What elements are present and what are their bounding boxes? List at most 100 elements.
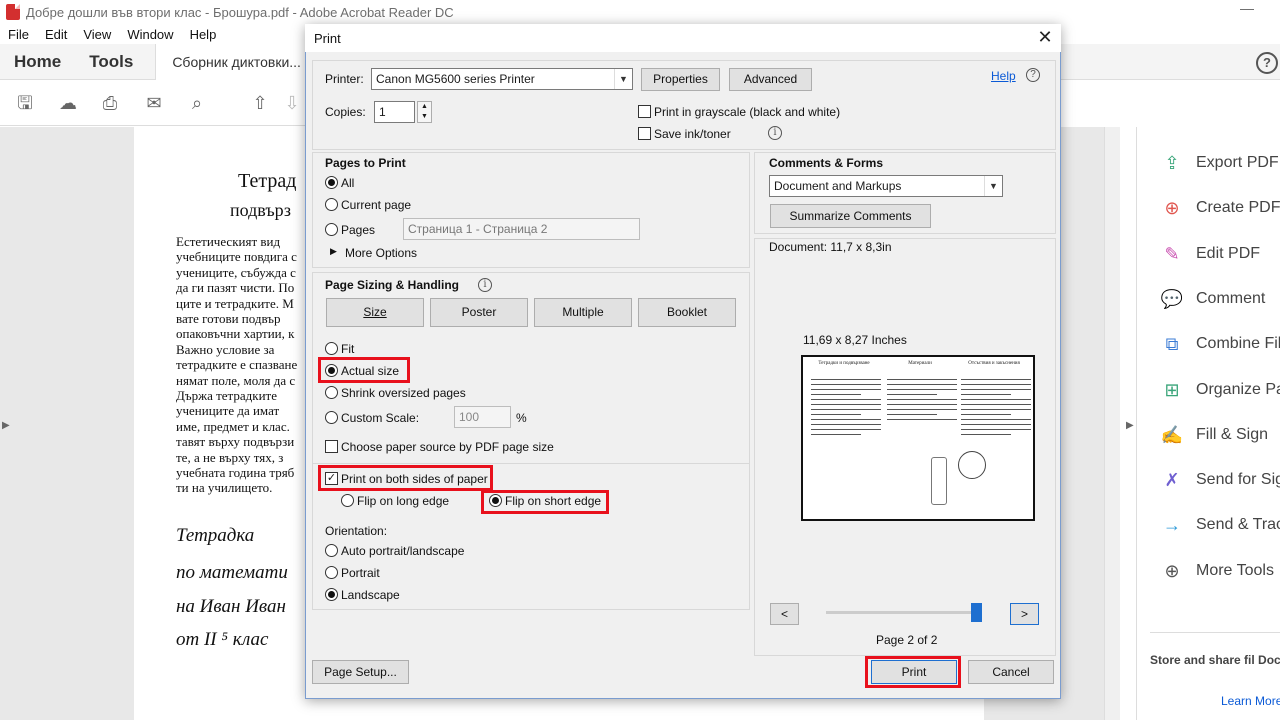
grayscale-checkbox[interactable] bbox=[638, 105, 651, 118]
thumb-line bbox=[887, 384, 957, 385]
prev-page-button[interactable]: < bbox=[770, 603, 799, 625]
thumb-line bbox=[961, 389, 1031, 390]
learn-more-link[interactable]: Learn More bbox=[1221, 694, 1280, 708]
doc-handwriting-2: по математи bbox=[176, 562, 288, 583]
tool-item[interactable]: → Send & Track bbox=[1160, 511, 1280, 539]
next-page-button[interactable]: > bbox=[1010, 603, 1039, 625]
info-icon[interactable]: i bbox=[768, 126, 782, 140]
landscape-label: Landscape bbox=[341, 588, 400, 602]
tool-item[interactable]: ✗ Send for Signature bbox=[1160, 466, 1280, 494]
landscape-radio[interactable] bbox=[325, 588, 338, 601]
tool-item[interactable]: ⊕ More Tools bbox=[1160, 557, 1274, 585]
advanced-button[interactable]: Advanced bbox=[729, 68, 812, 91]
copies-label: Copies: bbox=[325, 105, 366, 119]
thumb-line bbox=[811, 429, 881, 430]
copies-stepper[interactable]: ▲ ▼ bbox=[417, 101, 432, 123]
menu-help[interactable]: Help bbox=[190, 27, 217, 42]
help-icon[interactable]: ? bbox=[1256, 52, 1278, 74]
shrink-label: Shrink oversized pages bbox=[341, 386, 466, 400]
export-pdf-icon: ⇪ bbox=[1164, 153, 1180, 173]
page-slider-thumb[interactable] bbox=[971, 603, 982, 622]
fit-radio[interactable] bbox=[325, 342, 338, 355]
paper-source-checkbox[interactable] bbox=[325, 440, 338, 453]
summarize-comments-button[interactable]: Summarize Comments bbox=[770, 204, 931, 228]
window-controls[interactable]: — bbox=[1160, 0, 1270, 20]
tool-item[interactable]: ⊞ Organize Pages bbox=[1160, 376, 1280, 404]
sizing-info-icon[interactable]: i bbox=[478, 278, 492, 292]
thumb-heading-3: Отсъствия и закъснения bbox=[968, 361, 1020, 366]
tool-item[interactable]: ⊕ Create PDF bbox=[1160, 194, 1280, 222]
doc-body-line: нямат поле, моля да с bbox=[176, 372, 296, 388]
expand-arrow-icon[interactable]: ▶ bbox=[330, 246, 337, 257]
more-options-toggle[interactable]: More Options bbox=[345, 246, 417, 260]
printer-select[interactable]: Canon MG5600 series Printer ▼ bbox=[371, 68, 633, 90]
pages-range-radio[interactable] bbox=[325, 223, 338, 236]
portrait-radio[interactable] bbox=[325, 566, 338, 579]
save-ink-checkbox[interactable] bbox=[638, 127, 651, 140]
help-question-icon[interactable]: ? bbox=[1026, 68, 1040, 82]
menu-edit[interactable]: Edit bbox=[45, 27, 67, 42]
page-down-icon[interactable]: ⇩ bbox=[279, 90, 305, 116]
upload-icon[interactable]: ☁ bbox=[55, 90, 81, 116]
print-icon[interactable]: ⎙ bbox=[97, 90, 123, 116]
tool-item[interactable]: 💬 Comment bbox=[1160, 285, 1266, 313]
email-icon[interactable]: ✉ bbox=[141, 90, 167, 116]
doc-body-line: тетрадките е спазване bbox=[176, 357, 298, 373]
pages-range-input[interactable]: Страница 1 - Страница 2 bbox=[403, 218, 640, 240]
auto-orientation-radio[interactable] bbox=[325, 544, 338, 557]
thumb-line bbox=[961, 409, 1031, 410]
page-up-icon[interactable]: ⇧ bbox=[247, 90, 273, 116]
doc-body-line: те, а не върху тях, з bbox=[176, 449, 284, 465]
minimize-icon[interactable]: — bbox=[1240, 0, 1254, 16]
collapse-right-icon[interactable]: ▶ bbox=[1126, 420, 1134, 431]
save-icon[interactable]: 🖫 bbox=[12, 90, 38, 116]
cancel-button[interactable]: Cancel bbox=[968, 660, 1054, 684]
thumb-line bbox=[811, 434, 861, 435]
booklet-tab[interactable]: Booklet bbox=[638, 298, 736, 327]
help-link[interactable]: Help bbox=[991, 69, 1016, 83]
multiple-tab[interactable]: Multiple bbox=[534, 298, 632, 327]
tool-item[interactable]: ✎ Edit PDF bbox=[1160, 240, 1260, 268]
percent-label: % bbox=[516, 411, 527, 425]
combine-files-icon: ⧉ bbox=[1165, 334, 1179, 355]
menu-window[interactable]: Window bbox=[127, 27, 173, 42]
dialog-title: Print bbox=[305, 24, 1061, 52]
tool-item-label: Send for Signature bbox=[1196, 471, 1280, 489]
search-icon[interactable]: ⌕ bbox=[184, 90, 210, 116]
page-setup-button[interactable]: Page Setup... bbox=[312, 660, 409, 684]
properties-button[interactable]: Properties bbox=[641, 68, 720, 91]
doc-handwriting-3: на Иван Иван bbox=[176, 596, 286, 617]
thumb-line bbox=[811, 389, 881, 390]
tab-home[interactable]: Home bbox=[0, 52, 75, 72]
collapse-left-icon[interactable]: ▶ bbox=[2, 420, 10, 431]
copies-input[interactable]: 1 bbox=[374, 101, 415, 123]
thumb-line bbox=[887, 404, 957, 405]
tab-tools[interactable]: Tools bbox=[75, 52, 147, 72]
size-tab[interactable]: Size bbox=[326, 298, 424, 327]
custom-scale-radio[interactable] bbox=[325, 411, 338, 424]
tool-item[interactable]: ⧉ Combine Files bbox=[1160, 330, 1280, 358]
doc-body-line: име, предмет и клас. bbox=[176, 418, 290, 434]
menu-view[interactable]: View bbox=[83, 27, 111, 42]
tab-document[interactable]: Сборник диктовки... bbox=[155, 43, 317, 80]
comments-select[interactable]: Document and Markups ▼ bbox=[769, 175, 1003, 197]
thumb-heading-2: Материали bbox=[908, 361, 932, 366]
close-icon[interactable]: ✕ bbox=[1034, 26, 1056, 48]
poster-tab[interactable]: Poster bbox=[430, 298, 528, 327]
doc-body-line: опаковъчни хартии, к bbox=[176, 326, 295, 342]
pages-current-radio[interactable] bbox=[325, 198, 338, 211]
pages-all-radio[interactable] bbox=[325, 176, 338, 189]
menu-file[interactable]: File bbox=[8, 27, 29, 42]
flip-short-highlight bbox=[481, 490, 609, 514]
document-scrollbar[interactable] bbox=[1104, 127, 1120, 720]
save-ink-label: Save ink/toner bbox=[654, 127, 731, 141]
flip-long-radio[interactable] bbox=[341, 494, 354, 507]
tool-item[interactable]: ⇪ Export PDF bbox=[1160, 149, 1278, 177]
tool-item-label: Combine Files bbox=[1196, 335, 1280, 353]
thumb-line bbox=[961, 384, 1031, 385]
page-slider[interactable] bbox=[826, 611, 981, 614]
shrink-radio[interactable] bbox=[325, 386, 338, 399]
tool-item[interactable]: ✍ Fill & Sign bbox=[1160, 421, 1268, 449]
custom-scale-input[interactable]: 100 bbox=[454, 406, 511, 428]
thumb-line bbox=[811, 409, 881, 410]
